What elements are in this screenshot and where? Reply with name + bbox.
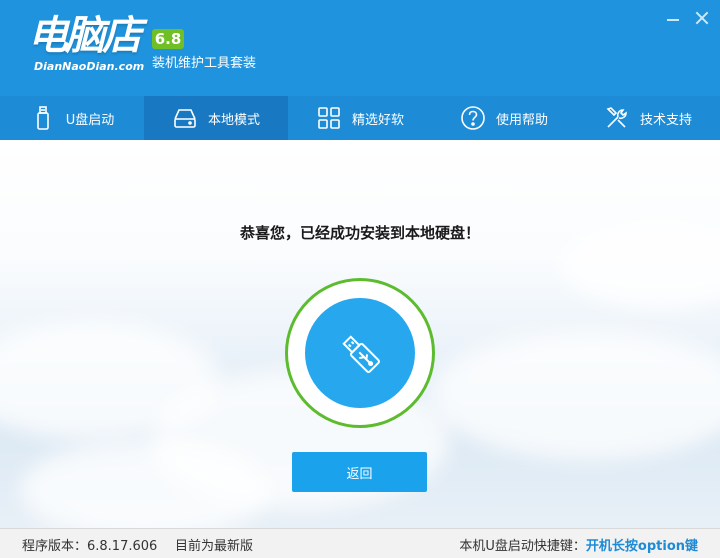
tab-label: U盘启动 (65, 112, 115, 128)
close-button[interactable] (694, 10, 710, 26)
usb-badge (305, 298, 415, 408)
tab-label: 精选好软 (351, 112, 404, 128)
version-badge: 6.8 (152, 29, 184, 49)
hotkey-label: 本机U盘启动快捷键： (459, 539, 586, 554)
usb-drive-icon (30, 105, 56, 131)
tab-label: 技术支持 (639, 112, 692, 128)
main-content: 恭喜您，已经成功安装到本地硬盘！ 返回 (0, 140, 720, 528)
tab-local-mode[interactable]: 本地模式 (144, 96, 288, 140)
status-bar: 程序版本：6.8.17.606 目前为最新版 本机U盘启动快捷键：开机长按opt… (0, 528, 720, 558)
tab-help[interactable]: 使用帮助 (432, 96, 576, 140)
tab-featured-software[interactable]: 精选好软 (288, 96, 432, 140)
app-subtitle: 装机维护工具套装 (152, 56, 257, 71)
hard-disk-icon (172, 105, 198, 131)
cloud-decoration (430, 330, 720, 460)
tab-label: 本地模式 (207, 112, 260, 128)
boot-hotkey: 本机U盘启动快捷键：开机长按option键 (459, 535, 698, 554)
back-button[interactable]: 返回 (292, 452, 427, 492)
help-icon (460, 105, 486, 131)
title-bar: 电脑店 DianNaoDian.com 6.8 装机维护工具套装 (0, 0, 720, 96)
minimize-button[interactable] (666, 10, 682, 26)
tab-tech-support[interactable]: 技术支持 (576, 96, 720, 140)
tools-icon (604, 105, 630, 131)
main-nav: U盘启动 本地模式 精选好软 使用帮助 技术支持 (0, 96, 720, 140)
tab-label: 使用帮助 (495, 112, 548, 128)
usb-icon (342, 335, 380, 373)
app-logo: 电脑店 (28, 13, 142, 59)
tab-usb-boot[interactable]: U盘启动 (0, 96, 144, 140)
success-message: 恭喜您，已经成功安装到本地硬盘！ (239, 224, 480, 242)
app-logo-url: DianNaoDian.com (34, 60, 145, 73)
hotkey-value: 开机长按option键 (585, 539, 698, 554)
grid-apps-icon (316, 105, 342, 131)
update-status: 目前为最新版 (175, 539, 254, 554)
program-version: 程序版本：6.8.17.606 (22, 539, 158, 554)
